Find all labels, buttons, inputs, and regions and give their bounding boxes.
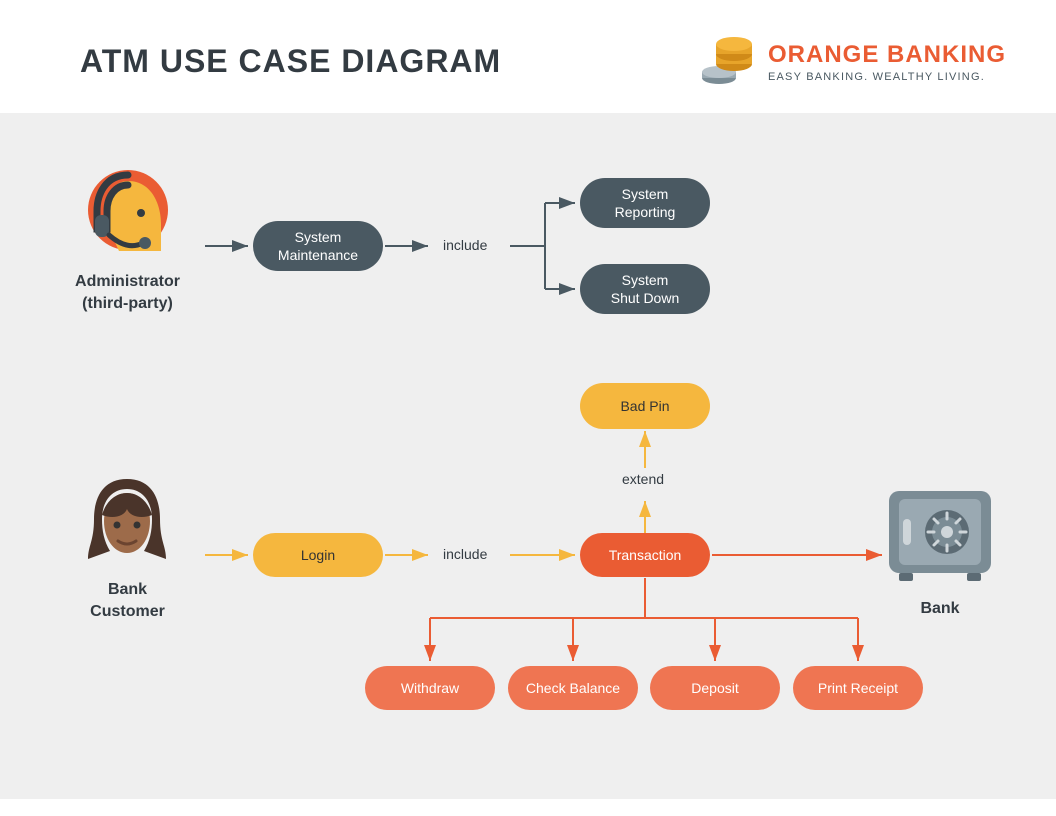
label-include-customer: include [443, 546, 487, 562]
brand: ORANGE BANKING EASY BANKING. WEALTHY LIV… [700, 30, 1006, 93]
node-system-reporting: System Reporting [580, 178, 710, 228]
actor-bank-label: Bank [880, 598, 1000, 620]
brand-tagline: EASY BANKING. WEALTHY LIVING. [768, 71, 1006, 83]
page-title: ATM USE CASE DIAGRAM [80, 43, 501, 80]
node-print-receipt: Print Receipt [793, 666, 923, 710]
actor-customer-label-1: Bank [60, 579, 195, 601]
node-transaction: Transaction [580, 533, 710, 577]
node-bad-pin: Bad Pin [580, 383, 710, 429]
customer-person-icon [80, 553, 175, 570]
node-withdraw: Withdraw [365, 666, 495, 710]
headset-person-icon [83, 245, 173, 262]
actor-customer-label-2: Customer [60, 601, 195, 623]
node-login: Login [253, 533, 383, 577]
actor-administrator: Administrator (third-party) [60, 163, 195, 314]
coins-icon [700, 30, 754, 93]
header: ATM USE CASE DIAGRAM ORANGE BANKING EASY… [0, 0, 1056, 113]
node-check-balance: Check Balance [508, 666, 638, 710]
actor-admin-label-2: (third-party) [60, 293, 195, 315]
node-system-maintenance: System Maintenance [253, 221, 383, 271]
actor-bank: Bank [880, 485, 1000, 620]
actor-bank-customer: Bank Customer [60, 471, 195, 622]
node-system-shutdown: System Shut Down [580, 264, 710, 314]
label-include-admin: include [443, 237, 487, 253]
diagram-canvas: Administrator (third-party) Bank Custome… [0, 113, 1056, 799]
label-extend: extend [622, 471, 664, 487]
node-deposit: Deposit [650, 666, 780, 710]
actor-admin-label-1: Administrator [60, 271, 195, 293]
brand-name: ORANGE BANKING [768, 41, 1006, 69]
safe-icon [885, 572, 995, 589]
